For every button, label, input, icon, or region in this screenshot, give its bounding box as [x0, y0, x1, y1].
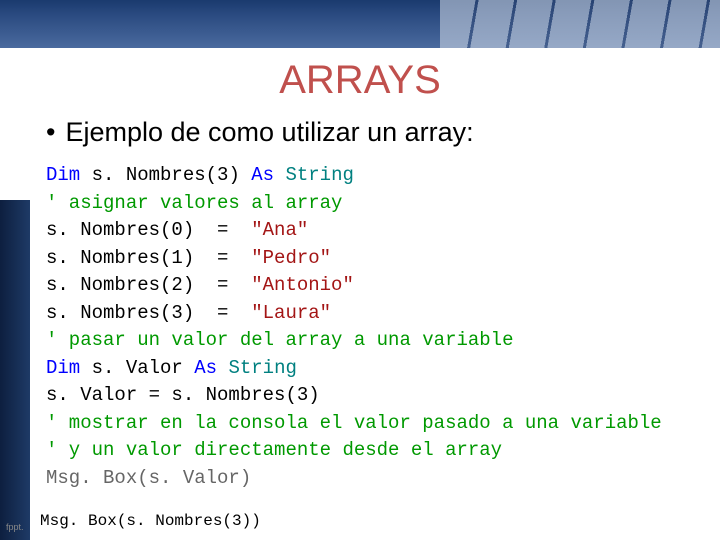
footer-url: fppt.: [6, 522, 24, 532]
code-line-1: Dim s. Nombres(3) As String: [46, 162, 720, 190]
code-line-8: Dim s. Valor As String: [46, 355, 720, 383]
lhs: s. Nombres(2) =: [46, 274, 251, 296]
code-block: Dim s. Nombres(3) As String ' asignar va…: [46, 162, 720, 493]
bullet-dot: •: [46, 117, 55, 148]
code-line-7: ' pasar un valor del array a una variabl…: [46, 327, 720, 355]
bullet-line: • Ejemplo de como utilizar un array:: [46, 117, 720, 148]
kw-dim: Dim: [46, 164, 80, 186]
code-line-4: s. Nombres(1) = "Pedro": [46, 245, 720, 273]
var: s. Nombres: [80, 164, 205, 186]
kw-as: As: [251, 164, 285, 186]
paren: (3): [206, 164, 252, 186]
rhs: "Ana": [251, 219, 308, 241]
code-line-6: s. Nombres(3) = "Laura": [46, 300, 720, 328]
var: s. Valor: [80, 357, 194, 379]
code-line-5: s. Nombres(2) = "Antonio": [46, 272, 720, 300]
kw-as: As: [194, 357, 228, 379]
rhs: "Pedro": [251, 247, 331, 269]
slide-title: ARRAYS: [0, 58, 720, 103]
bullet-text: Ejemplo de como utilizar un array:: [65, 117, 473, 147]
code-line-3: s. Nombres(0) = "Ana": [46, 217, 720, 245]
left-accent-bar: [0, 200, 30, 540]
code-line-11: ' y un valor directamente desde el array: [46, 437, 720, 465]
slide-top-banner: [0, 0, 720, 48]
type: String: [285, 164, 353, 186]
type: String: [228, 357, 296, 379]
rhs: "Laura": [251, 302, 331, 324]
rhs: "Antonio": [251, 274, 354, 296]
code-line-2: ' asignar valores al array: [46, 190, 720, 218]
last-code-line: Msg. Box(s. Nombres(3)): [40, 512, 261, 530]
lhs: s. Nombres(1) =: [46, 247, 251, 269]
lhs: s. Nombres(3) =: [46, 302, 251, 324]
kw-dim: Dim: [46, 357, 80, 379]
code-line-9: s. Valor = s. Nombres(3): [46, 382, 720, 410]
code-line-12: Msg. Box(s. Valor): [46, 465, 720, 493]
lhs: s. Nombres(0) =: [46, 219, 251, 241]
code-line-10: ' mostrar en la consola el valor pasado …: [46, 410, 720, 438]
